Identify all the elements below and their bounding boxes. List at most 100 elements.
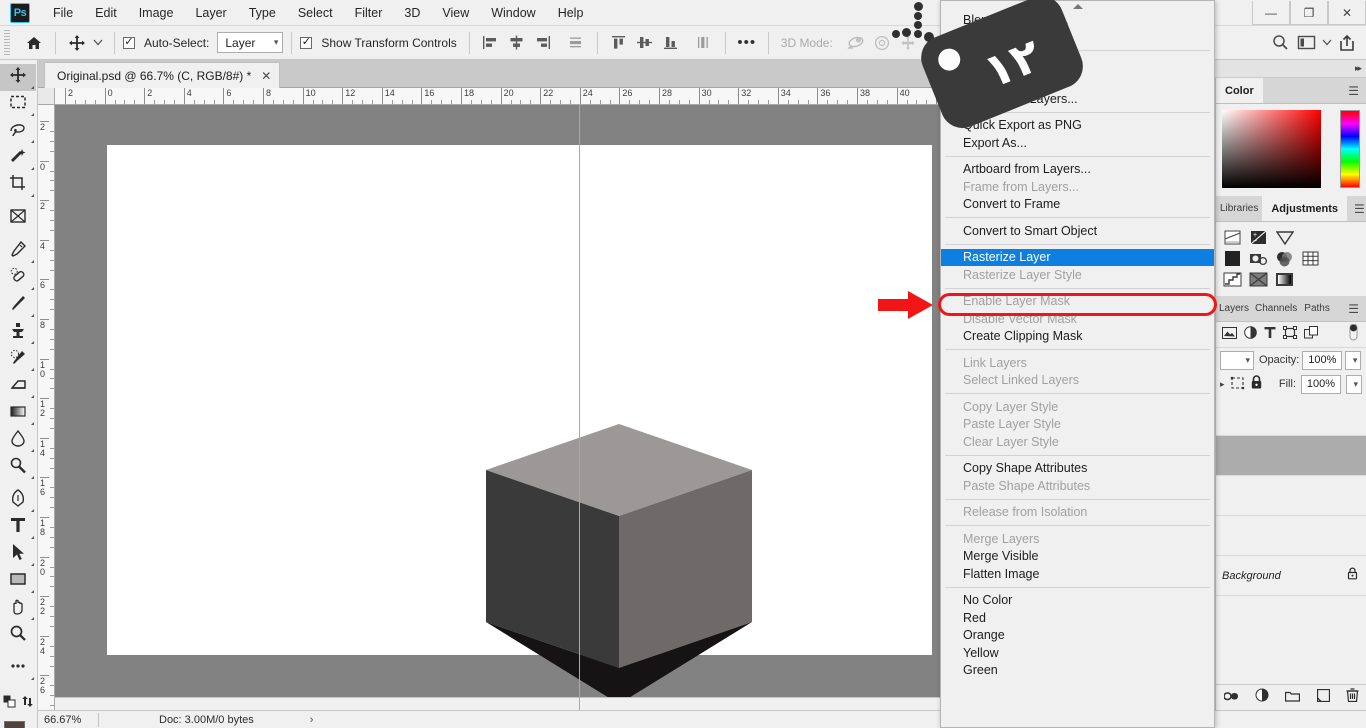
context-menu-item-copy-shape-attributes[interactable]: Copy Shape Attributes xyxy=(941,460,1214,478)
default-colors-swap-icons[interactable] xyxy=(0,688,36,715)
context-menu-item-create-clipping-mask[interactable]: Create Clipping Mask xyxy=(941,328,1214,346)
color-balance-icon[interactable] xyxy=(1274,250,1295,267)
new-layer-icon[interactable] xyxy=(1316,688,1330,707)
layer-style-icon[interactable] xyxy=(1255,688,1269,707)
quick-selection-tool[interactable] xyxy=(0,145,36,172)
context-menu-item-red[interactable]: Red xyxy=(941,609,1214,627)
status-expand-icon[interactable]: › xyxy=(310,714,314,726)
lock-transparent-pixels-icon[interactable] xyxy=(1230,376,1245,393)
zoom-level[interactable]: 66.67% xyxy=(38,714,96,726)
artboard-canvas[interactable] xyxy=(107,145,932,704)
gradient-map-icon[interactable] xyxy=(1274,271,1295,288)
cube-artwork[interactable] xyxy=(480,424,758,704)
context-menu-item-artboard-from-layers[interactable]: Artboard from Layers... xyxy=(941,161,1214,179)
tool-flyout-triangle-icon[interactable] xyxy=(31,422,34,425)
color-field-picker[interactable] xyxy=(1222,110,1321,188)
marquee-tool[interactable] xyxy=(0,91,36,118)
menu-item-filter[interactable]: Filter xyxy=(344,3,394,23)
fill-value[interactable]: 100% xyxy=(1301,374,1341,394)
menu-item-view[interactable]: View xyxy=(431,3,480,23)
context-menu-item-rasterize-layer[interactable]: Rasterize Layer xyxy=(941,248,1214,266)
auto-select-check-box[interactable] xyxy=(123,36,135,49)
blend-mode-dropdown[interactable]: ▾ xyxy=(1220,350,1254,370)
lock-all-icon[interactable] xyxy=(1250,375,1263,393)
context-menu-item-no-color[interactable]: No Color xyxy=(941,592,1214,610)
new-group-icon[interactable] xyxy=(1285,689,1301,707)
shape-filter-icon[interactable] xyxy=(1283,325,1297,344)
3d-roll-icon[interactable] xyxy=(869,30,895,56)
eraser-tool[interactable] xyxy=(0,373,36,400)
brightness-contrast-icon[interactable] xyxy=(1222,229,1243,246)
tool-flyout-triangle-icon[interactable] xyxy=(31,449,34,452)
context-menu-item-convert-to-smart-object[interactable]: Convert to Smart Object xyxy=(941,222,1214,240)
history-brush-tool[interactable] xyxy=(0,346,36,373)
tool-flyout-triangle-icon[interactable] xyxy=(31,476,34,479)
move-tool-icon[interactable] xyxy=(64,30,90,56)
exposure-icon[interactable] xyxy=(1222,250,1243,267)
auto-select-scope-dropdown[interactable]: Layer ▾ xyxy=(217,32,284,53)
eyedropper-tool[interactable] xyxy=(0,238,36,265)
menu-item-edit[interactable]: Edit xyxy=(84,3,128,23)
tool-flyout-triangle-icon[interactable] xyxy=(31,167,34,170)
context-menu-item-yellow[interactable]: Yellow xyxy=(941,644,1214,662)
restore-button[interactable]: ❐ xyxy=(1290,1,1328,25)
vertical-ruler[interactable]: 20246810121416182022242628 xyxy=(38,105,55,710)
share-icon[interactable] xyxy=(1334,30,1360,56)
tool-flyout-triangle-icon[interactable] xyxy=(31,368,34,371)
layer-row[interactable] xyxy=(1216,436,1366,476)
context-menu-item-export-as[interactable]: Export As... xyxy=(941,134,1214,152)
tool-preset-chevron-icon[interactable] xyxy=(90,30,106,56)
distribute-vertical-icon[interactable] xyxy=(691,30,717,56)
3d-orbit-icon[interactable] xyxy=(843,30,869,56)
brush-tool[interactable] xyxy=(0,292,36,319)
menu-item-select[interactable]: Select xyxy=(287,3,344,23)
posterize-icon[interactable] xyxy=(1222,271,1243,288)
smart-object-filter-icon[interactable] xyxy=(1304,325,1318,344)
tool-flyout-triangle-icon[interactable] xyxy=(31,617,34,620)
menu-item-file[interactable]: File xyxy=(42,3,84,23)
layer-row[interactable] xyxy=(1216,516,1366,556)
auto-select-checkbox[interactable]: Auto-Select: xyxy=(123,36,213,50)
layer-list[interactable]: Background xyxy=(1216,396,1366,596)
align-top-edges-icon[interactable] xyxy=(606,30,632,56)
tool-flyout-triangle-icon[interactable] xyxy=(31,140,34,143)
color-panel-menu-icon[interactable]: ☰ xyxy=(1341,78,1366,103)
foreground-color-swatch[interactable] xyxy=(3,720,26,728)
adjustment-filter-icon[interactable] xyxy=(1244,325,1257,344)
context-menu-item-convert-to-frame[interactable]: Convert to Frame xyxy=(941,196,1214,214)
menu-item-3d[interactable]: 3D xyxy=(393,3,431,23)
lasso-tool[interactable] xyxy=(0,118,36,145)
menu-item-type[interactable]: Type xyxy=(238,3,287,23)
layers-panel-menu-icon[interactable]: ☰ xyxy=(1341,296,1366,321)
align-right-edges-icon[interactable] xyxy=(530,30,556,56)
tool-flyout-triangle-icon[interactable] xyxy=(31,113,34,116)
close-button[interactable]: ✕ xyxy=(1328,1,1366,25)
link-layers-icon[interactable] xyxy=(1223,689,1239,707)
layer-row[interactable] xyxy=(1216,396,1366,436)
tool-flyout-triangle-icon[interactable] xyxy=(31,536,34,539)
workspace-icon[interactable] xyxy=(1293,30,1319,56)
fill-dropdown[interactable]: ▾ xyxy=(1346,374,1362,394)
menu-item-help[interactable]: Help xyxy=(547,3,595,23)
workspace-chevron-icon[interactable] xyxy=(1319,30,1334,56)
frame-tool[interactable] xyxy=(0,205,36,232)
menu-item-image[interactable]: Image xyxy=(128,3,185,23)
zoom-tool[interactable] xyxy=(0,622,36,649)
tool-flyout-triangle-icon[interactable] xyxy=(31,341,34,344)
more-align-options-button[interactable]: ••• xyxy=(734,30,760,56)
tab-adjustments[interactable]: Adjustments xyxy=(1262,196,1347,221)
close-icon[interactable]: ✕ xyxy=(261,69,271,83)
lock-icon[interactable] xyxy=(1347,566,1366,585)
home-icon[interactable] xyxy=(21,30,47,56)
tool-flyout-triangle-icon[interactable] xyxy=(31,86,34,89)
hue-slider[interactable] xyxy=(1340,110,1360,188)
opacity-value[interactable]: 100% xyxy=(1302,350,1343,370)
opacity-dropdown[interactable]: ▾ xyxy=(1345,350,1362,370)
tab-channels[interactable]: Channels xyxy=(1252,296,1300,321)
path-selection-tool[interactable] xyxy=(0,541,36,568)
color-lookup-icon[interactable] xyxy=(1300,250,1321,267)
vertical-guide[interactable] xyxy=(579,105,580,710)
rectangle-tool[interactable] xyxy=(0,568,36,595)
align-bottom-edges-icon[interactable] xyxy=(658,30,684,56)
minimize-button[interactable]: — xyxy=(1252,1,1290,25)
